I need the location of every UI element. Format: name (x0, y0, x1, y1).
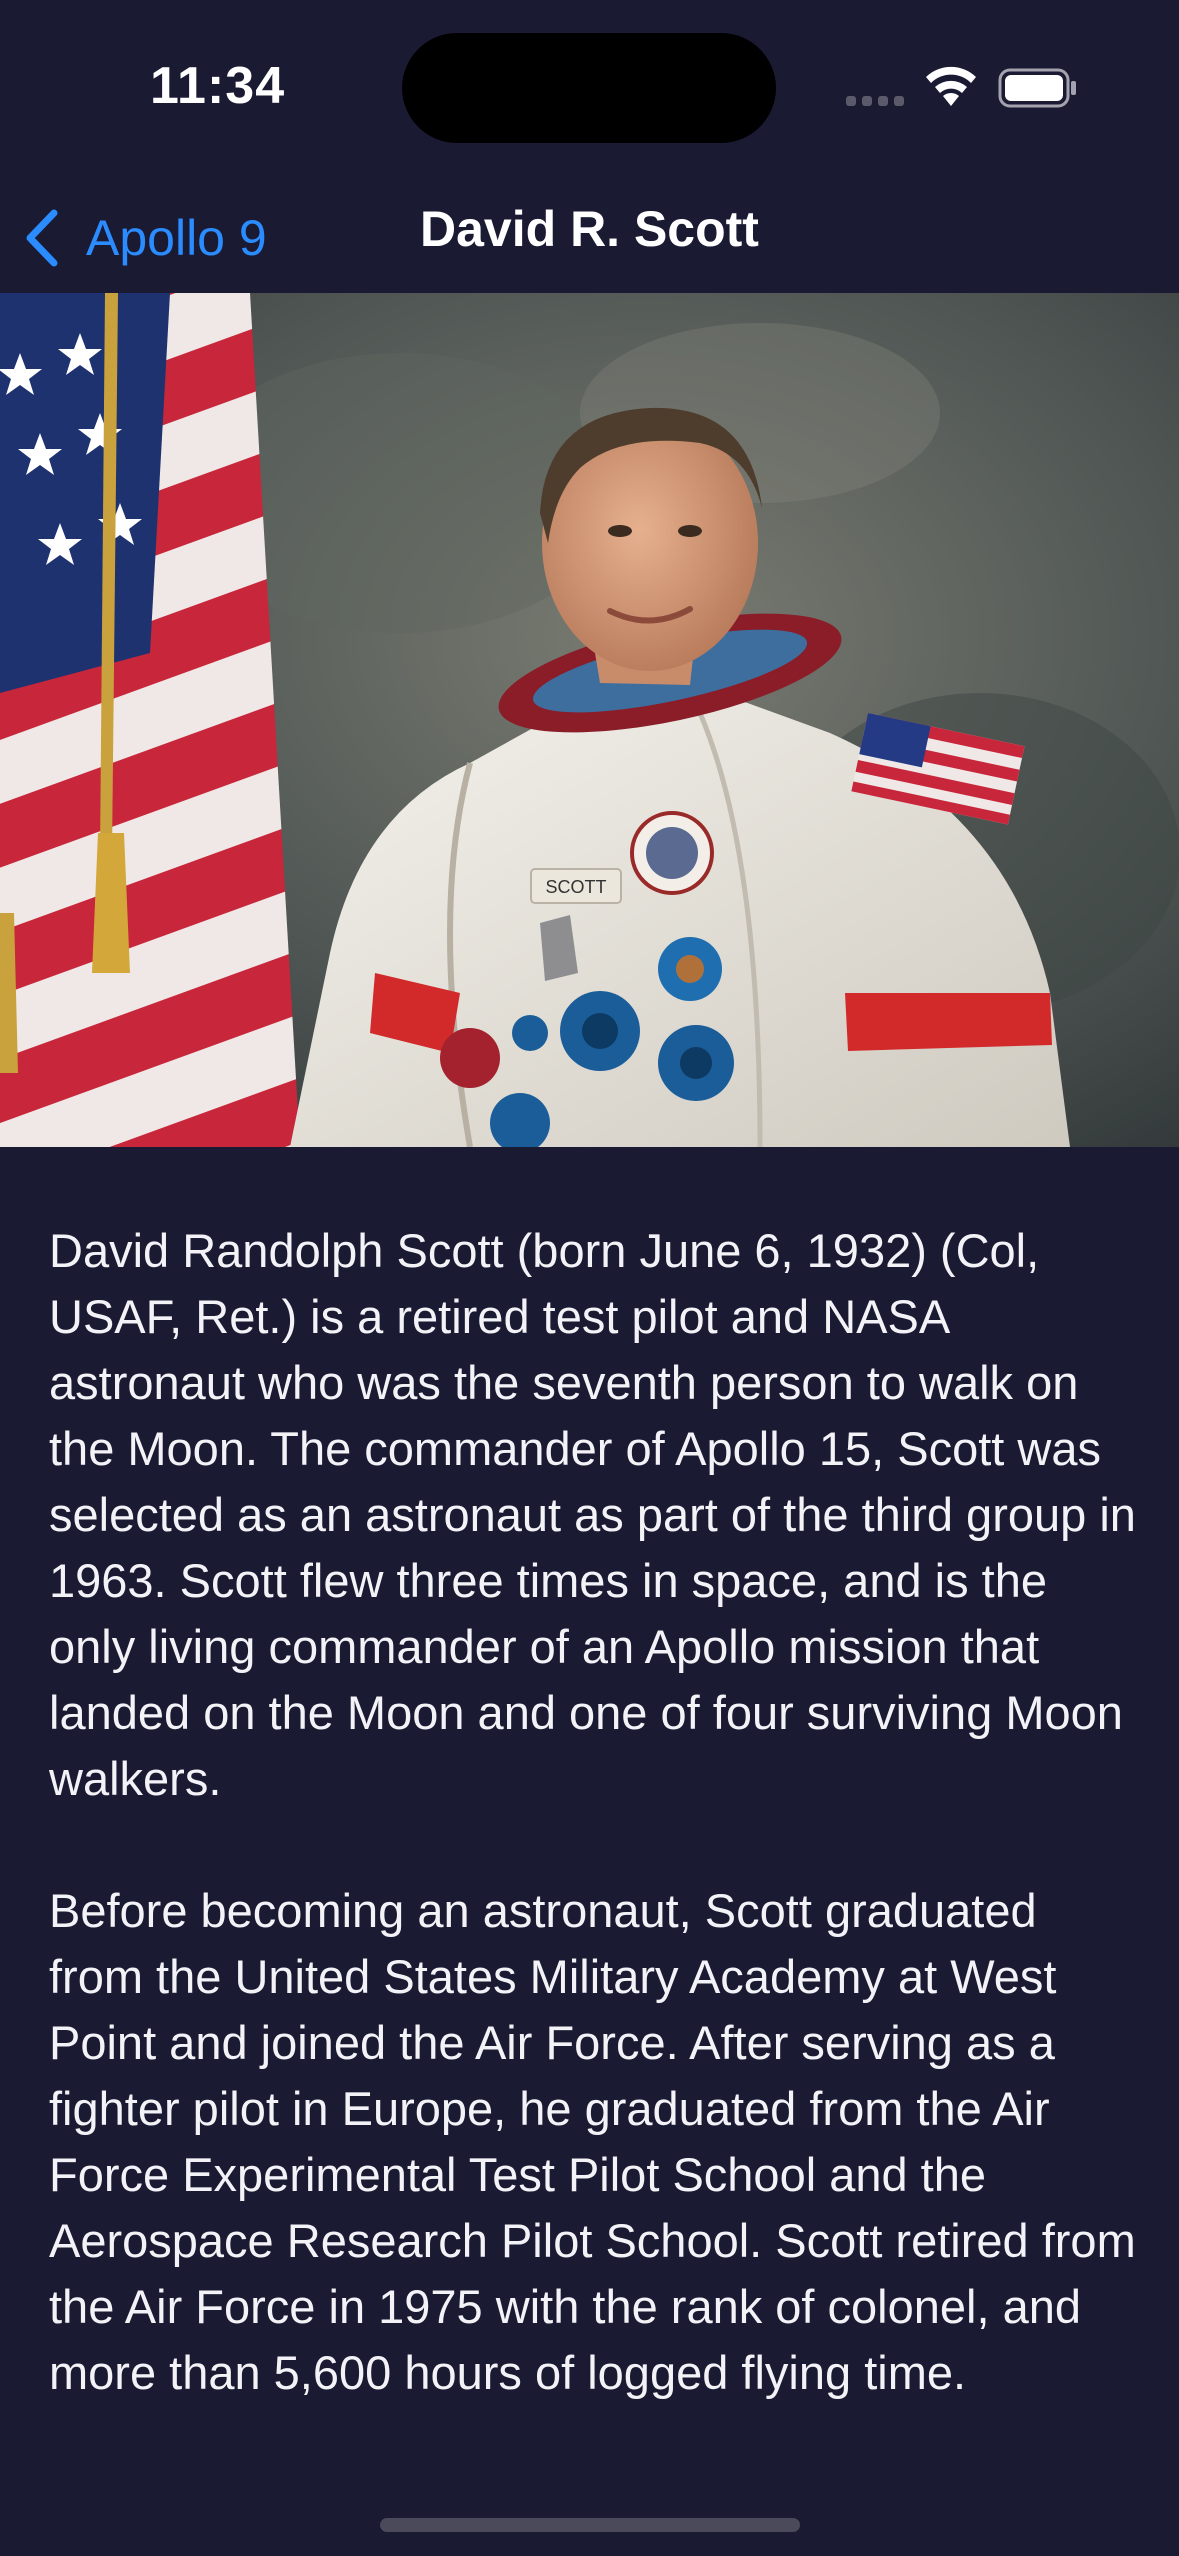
bio-paragraph: David Randolph Scott (born June 6, 1932)… (49, 1224, 1136, 1805)
status-time: 11:34 (150, 57, 286, 115)
battery-icon (998, 68, 1076, 108)
astronaut-portrait: SCOTT (0, 293, 1179, 1147)
status-bar: 11:34 (0, 0, 1179, 180)
cellular-signal-icon (846, 96, 906, 106)
dynamic-island (402, 33, 776, 143)
chevron-left-icon (26, 209, 58, 267)
name-tag-text: SCOTT (546, 877, 607, 897)
home-indicator[interactable] (380, 2518, 800, 2532)
portrait-image: SCOTT (0, 293, 1179, 1147)
flag-graphic (0, 293, 300, 1147)
wifi-icon (926, 66, 976, 106)
back-button-label: Apollo 9 (86, 210, 267, 266)
back-button[interactable]: Apollo 9 (22, 198, 267, 278)
biography: David Randolph Scott (born June 6, 1932)… (49, 1218, 1139, 2472)
bio-paragraph: Before becoming an astronaut, Scott grad… (49, 1884, 1136, 2399)
navigation-bar: David R. Scott Apollo 9 (0, 180, 1179, 295)
